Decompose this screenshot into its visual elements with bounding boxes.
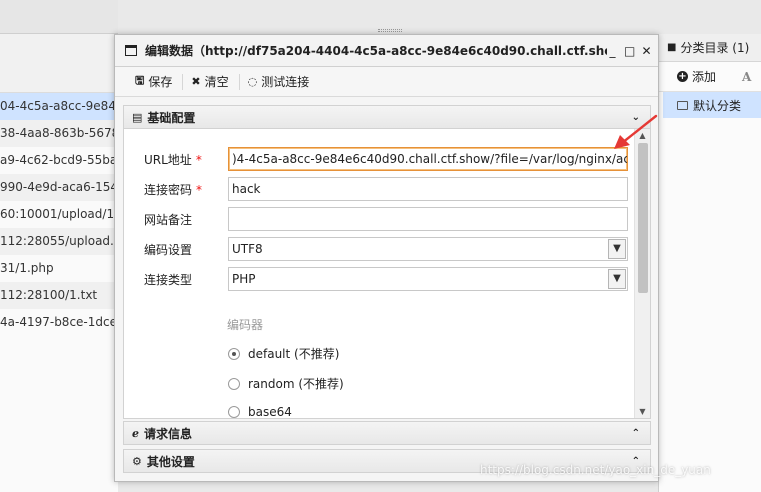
save-button[interactable]: 🖫 保存 — [127, 72, 182, 92]
e-icon: ℯ — [132, 426, 139, 440]
plus-circle-icon[interactable]: + — [677, 71, 688, 82]
encoder-title: 编码器 — [227, 318, 264, 332]
encoder-option-base64[interactable]: base64 — [228, 405, 292, 419]
category-item[interactable]: 默认分类 — [663, 92, 761, 118]
encoder-option-random[interactable]: random (不推荐) — [228, 375, 344, 392]
folder-icon: ■ — [667, 42, 677, 53]
list-item[interactable]: 4a-4197-b8ce-1dced — [0, 309, 118, 336]
url-input[interactable]: )4-4c5a-a8cc-9e84e6c40d90.chall.ctf.show… — [228, 147, 628, 171]
encoder-option-default[interactable]: default (不推荐) — [228, 345, 339, 362]
category-panel-title: 分类目录 (1) — [680, 41, 750, 55]
font-size-button[interactable]: A — [742, 70, 751, 84]
close-icon[interactable]: ✕ — [641, 44, 652, 58]
note-label: 网站备注 — [144, 212, 193, 227]
save-icon: 🖫 — [135, 74, 145, 87]
save-label: 保存 — [148, 75, 173, 89]
type-value: PHP — [232, 272, 256, 286]
drag-handle[interactable] — [378, 29, 402, 32]
category-panel-header: ■ 分类目录 (1) — [659, 34, 761, 62]
list-item[interactable]: 990-4e9d-aca6-1543 — [0, 174, 118, 201]
basic-config-header[interactable]: ▤ 基础配置 ⌄ — [123, 105, 651, 129]
radio-unchecked-icon[interactable] — [228, 406, 240, 418]
test-connection-button[interactable]: ◌ 测试连接 — [240, 72, 320, 92]
list-header — [0, 34, 118, 93]
type-select[interactable]: PHP ▼ — [228, 267, 628, 291]
chevron-down-icon: ▼ — [608, 269, 626, 289]
list-top-strip — [0, 0, 118, 34]
request-info-title: 请求信息 — [144, 426, 193, 441]
chevron-up-icon: ⌃ — [631, 427, 640, 439]
window-controls: _ □ ✕ — [607, 44, 652, 58]
category-item-label: 默认分类 — [693, 98, 742, 113]
list-icon: ▤ — [132, 110, 143, 124]
basic-config-section: ▤ 基础配置 ⌄ URL地址 * )4-4c5a-a8cc-9e84e6c40d9… — [123, 105, 651, 419]
maximize-icon[interactable]: □ — [624, 44, 635, 58]
password-input[interactable]: hack — [228, 177, 628, 201]
radio-checked-icon[interactable] — [228, 347, 240, 360]
list-item[interactable]: a9-4c62-bcd9-55ba6 — [0, 147, 118, 174]
clear-label: 清空 — [204, 75, 229, 89]
spinner-icon: ◌ — [247, 75, 258, 88]
minimize-icon[interactable]: _ — [607, 44, 618, 58]
folder-open-icon — [677, 100, 688, 110]
required-mark: * — [195, 152, 202, 167]
edit-data-dialog: 编辑数据（http://df75a204-4404-4c5a-a8cc-9e84… — [114, 34, 659, 482]
category-toolbar: + 添加 A — [659, 62, 761, 92]
dialog-title: 编辑数据（http://df75a204-4404-4c5a-a8cc-9e84… — [145, 44, 607, 58]
encoder-option-label: default (不推荐) — [248, 347, 340, 361]
type-label: 连接类型 — [144, 272, 193, 287]
dialog-titlebar[interactable]: 编辑数据（http://df75a204-4404-4c5a-a8cc-9e84… — [115, 35, 658, 67]
encoder-option-label: random (不推荐) — [248, 377, 344, 391]
list-item[interactable]: 04-4c5a-a8cc-9e84e6 — [0, 93, 118, 120]
scroll-down-icon[interactable]: ▼ — [635, 405, 650, 418]
dialog-toolbar: 🖫 保存 ✖ 清空 ◌ 测试连接 — [115, 67, 658, 97]
password-label: 连接密码 * — [144, 182, 203, 197]
scrollbar-thumb[interactable] — [638, 143, 648, 293]
radio-unchecked-icon[interactable] — [228, 377, 240, 390]
request-info-header[interactable]: ℯ 请求信息 ⌃ — [123, 421, 651, 445]
list-item[interactable]: 112:28100/1.txt — [0, 282, 118, 309]
add-category-button[interactable]: 添加 — [692, 68, 716, 85]
gears-icon: ⚙ — [132, 454, 142, 468]
vertical-scrollbar[interactable]: ▲ ▼ — [634, 129, 650, 418]
encoding-select[interactable]: UTF8 ▼ — [228, 237, 628, 261]
category-panel: ■ 分类目录 (1) + 添加 A 默认分类 — [658, 34, 761, 492]
annotation-arrow-icon — [614, 114, 658, 149]
watermark: https://blog.csdn.net/yao_xin_de_yuan — [480, 463, 711, 477]
required-mark: * — [196, 182, 203, 197]
url-label: URL地址 * — [144, 152, 202, 167]
request-info-section: ℯ 请求信息 ⌃ — [123, 421, 651, 445]
x-icon: ✖ — [191, 75, 201, 88]
basic-config-title: 基础配置 — [147, 110, 196, 125]
encoder-option-label: base64 — [248, 405, 292, 419]
encoding-value: UTF8 — [232, 242, 263, 256]
basic-config-body: URL地址 * )4-4c5a-a8cc-9e84e6c40d90.chall.c… — [123, 129, 651, 419]
list-item[interactable]: 31/1.php — [0, 255, 118, 282]
list-rows: 04-4c5a-a8cc-9e84e6 38-4aa8-863b-5678b a9-… — [0, 93, 118, 336]
clear-button[interactable]: ✖ 清空 — [183, 72, 238, 92]
list-item[interactable]: 112:28055/upload.p — [0, 228, 118, 255]
encoding-label: 编码设置 — [144, 242, 193, 257]
test-connection-label: 测试连接 — [261, 75, 310, 89]
list-item[interactable]: 38-4aa8-863b-5678b — [0, 120, 118, 147]
note-input[interactable] — [228, 207, 628, 231]
connection-list: 04-4c5a-a8cc-9e84e6 38-4aa8-863b-5678b a9-… — [0, 0, 118, 492]
chevron-down-icon: ▼ — [608, 239, 626, 259]
list-item[interactable]: 60:10001/upload/15 — [0, 201, 118, 228]
other-settings-title: 其他设置 — [146, 454, 195, 469]
window-icon — [125, 45, 137, 56]
